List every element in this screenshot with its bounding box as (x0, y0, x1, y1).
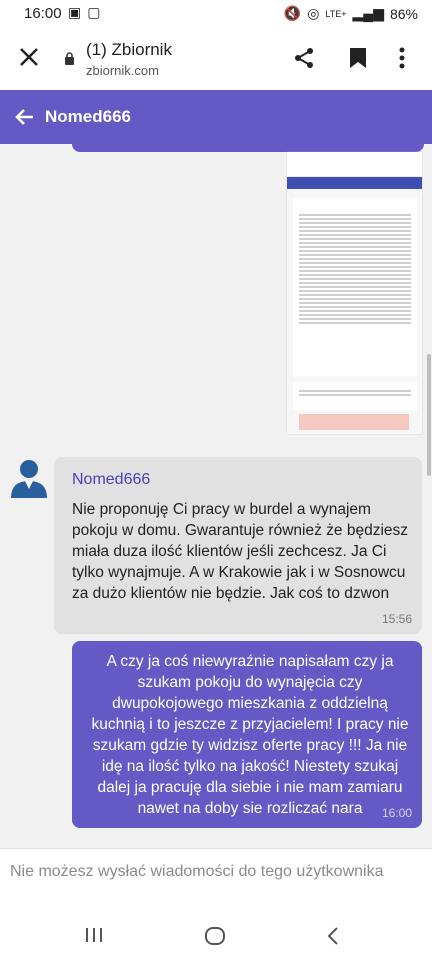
message-blocked-footer: Nie możesz wysłać wiadomości do tego uży… (0, 848, 432, 913)
scrollbar[interactable] (427, 354, 431, 476)
back-nav-icon[interactable] (326, 926, 340, 946)
message-text: A czy ja coś niewyraźnie napisałam czy j… (91, 653, 409, 817)
mute-icon: 🔇 (283, 5, 302, 21)
signal-icon: ▂▄▆ (352, 5, 384, 21)
avatar[interactable] (8, 456, 50, 498)
bookmark-icon[interactable] (348, 46, 368, 70)
outgoing-message: A czy ja coś niewyraźnie napisałam czy j… (72, 641, 422, 828)
battery-label: 86% (389, 5, 418, 22)
message-time: 15:56 (381, 612, 412, 626)
home-icon[interactable] (204, 926, 226, 946)
message-sender[interactable]: Nomed666 (72, 471, 150, 489)
lock-icon (65, 52, 74, 65)
conversation-header: Nomed666 (0, 90, 432, 144)
hotspot-icon: ◎ (307, 5, 320, 21)
gallery-icon: ▣ (68, 4, 82, 20)
status-time: 16:00 (24, 5, 62, 22)
message-icon: ▢ (87, 4, 101, 20)
back-arrow-icon[interactable] (12, 105, 36, 129)
status-right-icons: 🔇 ◎ LTE+ ▂▄▆ 86% (284, 5, 418, 22)
cannot-message-notice: Nie możesz wysłać wiadomości do tego uży… (10, 863, 384, 880)
previous-outgoing-message (72, 144, 424, 152)
message-time: 16:00 (381, 806, 412, 820)
recent-apps-icon[interactable] (84, 926, 104, 944)
status-bar: 16:00 ▣ ▢ 🔇 ◎ LTE+ ▂▄▆ 86% (0, 0, 432, 28)
browser-url-bar: (1) Zbiornik zbiornik.com (0, 28, 432, 90)
contact-name: Nomed666 (45, 107, 131, 126)
more-options-icon[interactable] (398, 46, 406, 70)
status-left-icons: ▣ ▢ (68, 4, 100, 21)
network-label: LTE+ (325, 8, 347, 19)
close-icon[interactable] (16, 44, 42, 70)
page-title: (1) Zbiornik (86, 40, 172, 59)
page-url[interactable]: zbiornik.com (86, 63, 159, 78)
share-icon[interactable] (292, 46, 316, 70)
message-text: Nie proponuję Ci pracy w burdel a wynaje… (72, 501, 409, 602)
attached-screenshot-image[interactable] (287, 152, 422, 434)
chat-thread[interactable]: Nomed666 Nie proponuję Ci pracy w burdel… (0, 144, 432, 848)
system-nav-bar (0, 912, 432, 960)
incoming-message: Nomed666 Nie proponuję Ci pracy w burdel… (54, 457, 422, 634)
